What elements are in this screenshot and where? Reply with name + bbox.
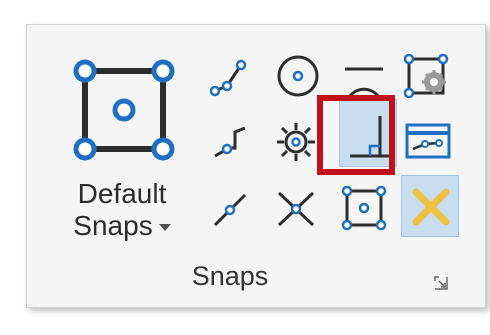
snaps-off-button[interactable] (401, 175, 459, 237)
keypoint-snap-icon (209, 59, 247, 97)
intersection-snap-icon (277, 191, 315, 227)
intersection-point-snap-icon (277, 123, 315, 161)
dialog-launcher-button[interactable] (433, 275, 449, 291)
snaps-off-icon (412, 188, 450, 226)
origin-snap-icon (214, 126, 246, 158)
midpoint-snap-icon (341, 185, 387, 231)
snap-mode-toolbar-button[interactable] (403, 119, 451, 165)
snap-settings-button[interactable] (403, 51, 449, 99)
snap-mode-toolbar-icon (405, 123, 451, 159)
keypoint-snap-button[interactable] (207, 53, 253, 99)
group-label: Snaps (191, 261, 269, 291)
snap-settings-icon (403, 53, 449, 99)
chevron-down-icon (158, 224, 171, 232)
tangent-snap-icon (345, 67, 383, 99)
intersection-snap-button[interactable] (273, 185, 319, 231)
center-snap-button[interactable] (273, 51, 319, 97)
default-snaps-label-line2: Snaps (57, 211, 187, 241)
nearest-snap-icon (213, 193, 247, 227)
tangent-snap-button[interactable] (339, 53, 385, 99)
intersection-point-snap-button[interactable] (271, 117, 317, 163)
center-snap-icon (277, 55, 319, 97)
nearest-snap-button[interactable] (207, 185, 253, 231)
origin-snap-button[interactable] (207, 120, 253, 166)
highlight-frame (317, 95, 395, 175)
midpoint-snap-button[interactable] (339, 183, 387, 231)
dialog-launcher-icon (434, 276, 448, 290)
snaps-ribbon-group: Default Snaps Snaps (26, 24, 486, 308)
default-snaps-label-line1: Default (77, 178, 167, 209)
default-snap-icon (73, 59, 175, 161)
default-snaps-button[interactable]: Default Snaps (57, 47, 187, 252)
